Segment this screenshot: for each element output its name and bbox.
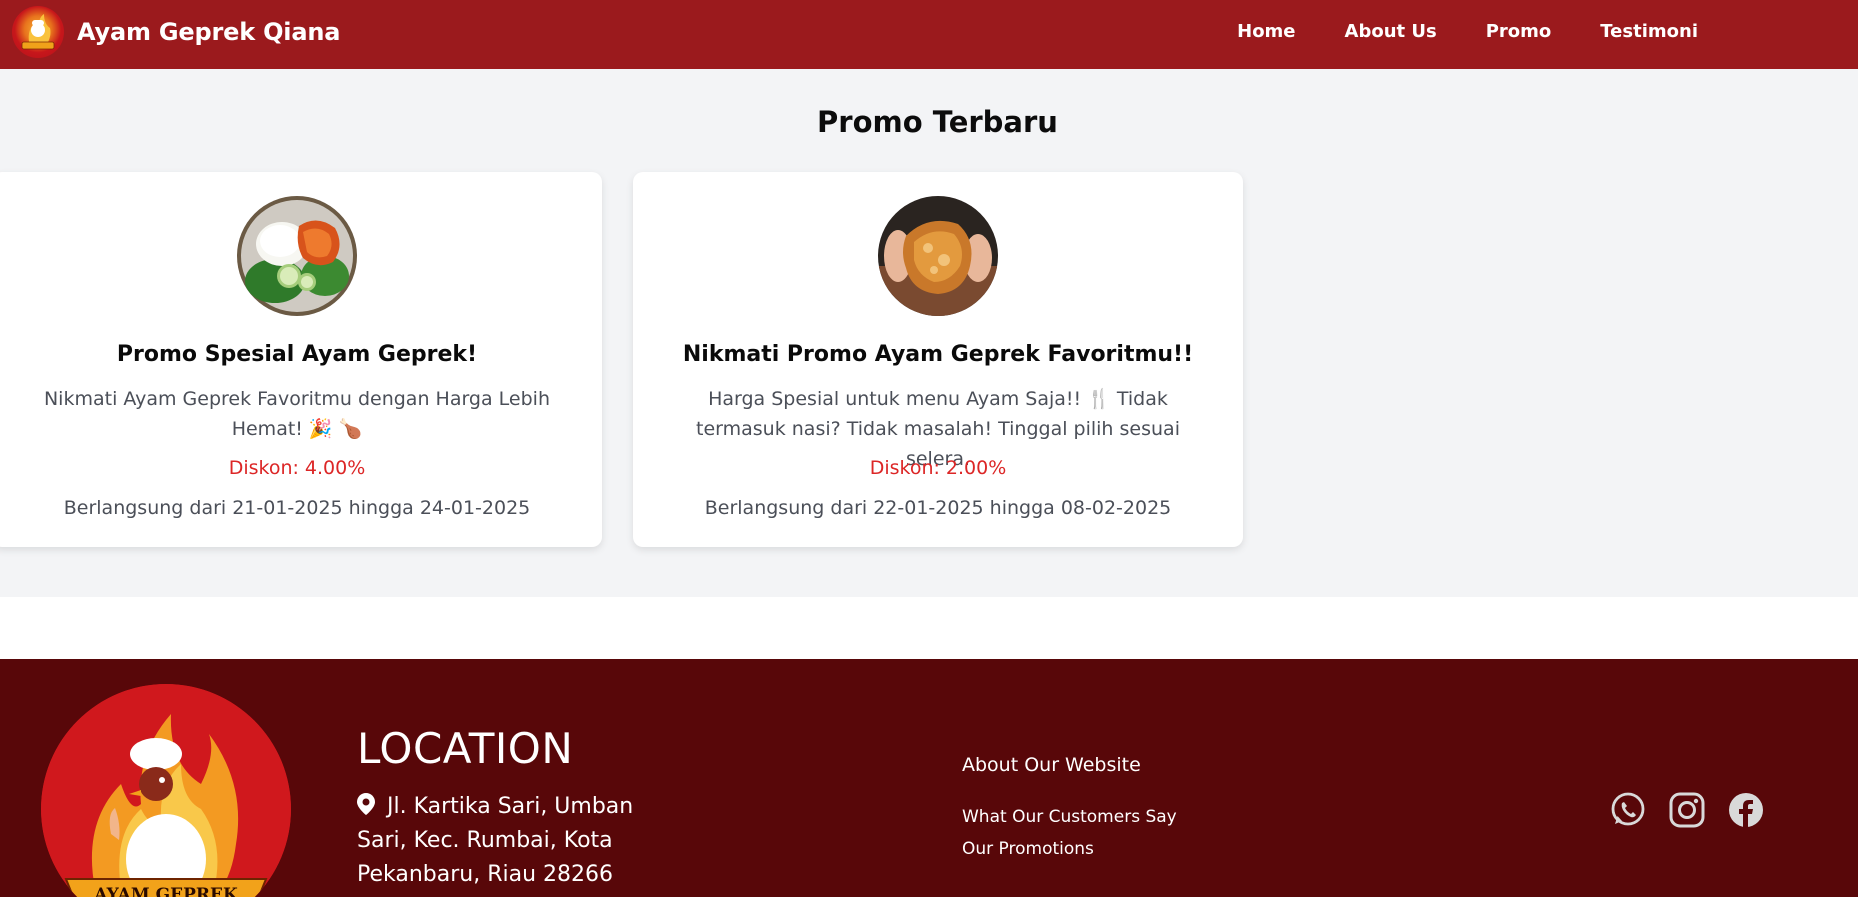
brand-name: Ayam Geprek Qiana — [77, 18, 341, 46]
location-address: Jl. Kartika Sari, Umban Sari, Kec. Rumba… — [357, 790, 687, 892]
footer: AYAM GEPREK "QIANA" LOCATION Jl. Kartika… — [0, 659, 1858, 897]
promo-period: Berlangsung dari 21-01-2025 hingga 24-01… — [63, 497, 531, 519]
promo-title: Nikmati Promo Ayam Geprek Favoritmu!! — [682, 342, 1194, 367]
promo-image — [878, 196, 998, 316]
footer-link-promotions[interactable]: Our Promotions — [962, 839, 1094, 859]
nav-link-about-us[interactable]: About Us — [1345, 21, 1437, 42]
address-text: Jl. Kartika Sari, Umban Sari, Kec. Rumba… — [357, 794, 634, 887]
footer-link-testimonials[interactable]: What Our Customers Say — [962, 807, 1177, 827]
promo-description: Nikmati Ayam Geprek Favoritmu dengan Har… — [43, 388, 551, 440]
promo-discount: Diskon: 2.00% — [869, 457, 1007, 479]
nav-link-home[interactable]: Home — [1237, 21, 1295, 42]
social-links — [1609, 791, 1786, 829]
instagram-icon[interactable] — [1668, 791, 1706, 829]
facebook-icon[interactable] — [1727, 791, 1765, 829]
promo-image — [237, 196, 357, 316]
whatsapp-icon[interactable] — [1609, 791, 1647, 829]
promo-card: Nikmati Promo Ayam Geprek Favoritmu!! Ha… — [633, 172, 1243, 547]
promo-title: Promo Spesial Ayam Geprek! — [116, 342, 478, 367]
section-title: Promo Terbaru — [817, 105, 1058, 139]
brand[interactable]: Ayam Geprek Qiana — [12, 6, 340, 58]
nav-link-promo[interactable]: Promo — [1486, 21, 1552, 42]
brand-logo — [12, 6, 64, 58]
promo-discount: Diskon: 4.00% — [228, 457, 366, 479]
promo-section: Promo Terbaru Promo Spesial Ayam Geprek!… — [0, 69, 1858, 597]
about-title: About Our Website — [962, 754, 1141, 776]
navbar: Ayam Geprek Qiana Home About Us Promo Te… — [0, 0, 1858, 69]
footer-logo: AYAM GEPREK "QIANA" — [41, 684, 291, 897]
svg-text:AYAM GEPREK: AYAM GEPREK — [93, 885, 239, 897]
nav-link-testimoni[interactable]: Testimoni — [1600, 21, 1698, 42]
location-title: LOCATION — [357, 724, 574, 773]
map-pin-icon — [357, 793, 375, 815]
nav-links: Home About Us Promo Testimoni — [1188, 0, 1698, 62]
promo-period: Berlangsung dari 22-01-2025 hingga 08-02… — [704, 497, 1172, 519]
promo-card: Promo Spesial Ayam Geprek! Nikmati Ayam … — [0, 172, 602, 547]
